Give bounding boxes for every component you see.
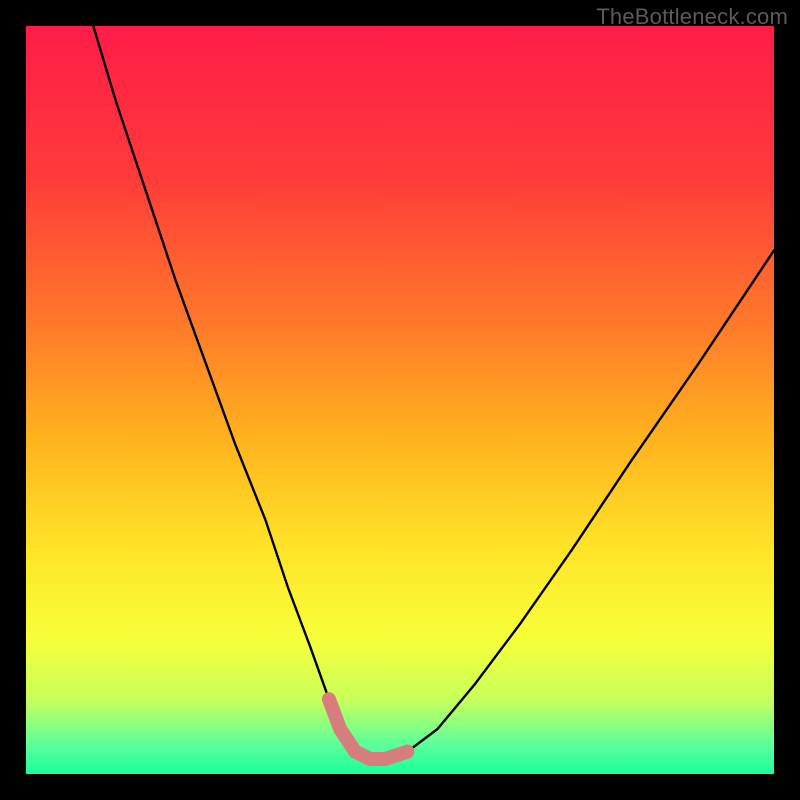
watermark-label: TheBottleneck.com bbox=[596, 4, 788, 30]
chart-frame: TheBottleneck.com bbox=[0, 0, 800, 800]
plot-area bbox=[26, 26, 774, 774]
chart-svg bbox=[26, 26, 774, 774]
gradient-background bbox=[26, 26, 774, 774]
